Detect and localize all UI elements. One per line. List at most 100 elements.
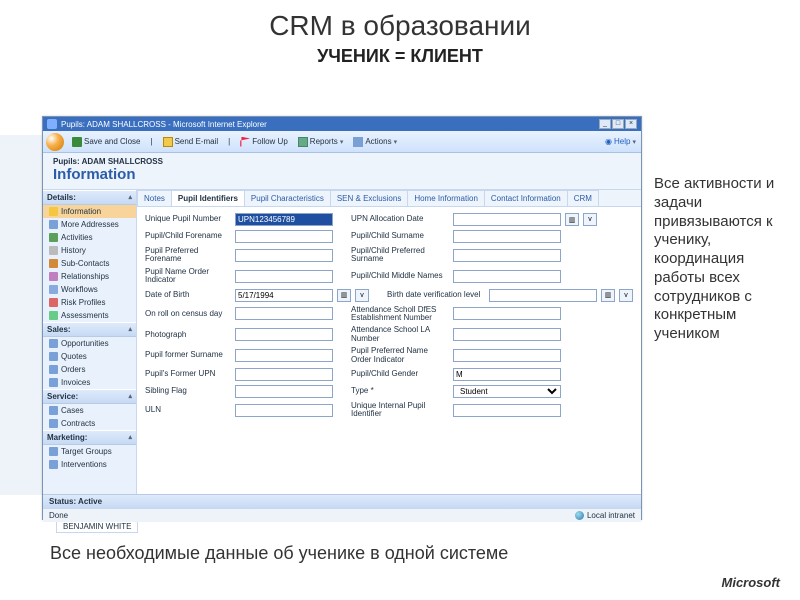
nav-item-more-addresses[interactable]: More Addresses [43, 218, 136, 231]
microsoft-logo: Microsoft [722, 575, 781, 590]
input-sibling-flag[interactable] [235, 385, 333, 398]
calendar-icon[interactable]: ▥ [337, 289, 351, 302]
input-pupil-child-preferred-surname[interactable] [453, 249, 561, 262]
slide-subtitle: УЧЕНИК = КЛИЕНТ [0, 46, 800, 67]
record-header: Pupils: ADAM SHALLCROSS Information [43, 153, 641, 190]
input-pupil-child-middle-names[interactable] [453, 270, 561, 283]
save-and-close-button[interactable]: Save and Close [70, 137, 142, 147]
close-button[interactable]: × [625, 119, 637, 129]
field-label: Pupil/Child Gender [351, 370, 449, 378]
nav-item-interventions[interactable]: Interventions [43, 458, 136, 471]
input-pupil-former-surname[interactable] [235, 349, 333, 362]
input-unique-pupil-number[interactable] [235, 213, 333, 226]
input-type-[interactable]: Student [453, 385, 561, 398]
window-titlebar[interactable]: Pupils: ADAM SHALLCROSS - Microsoft Inte… [43, 117, 641, 131]
input-unique-internal-pupil-identifier[interactable] [453, 404, 561, 417]
nav-section-service[interactable]: Service:▴ [43, 389, 136, 404]
reports-button[interactable]: Reports▾ [296, 137, 346, 147]
field-label: Type * [351, 387, 449, 395]
save-icon [72, 137, 82, 147]
nav-item-orders[interactable]: Orders [43, 363, 136, 376]
input-pupil-child-forename[interactable] [235, 230, 333, 243]
tab-pupil-characteristics[interactable]: Pupil Characteristics [244, 190, 331, 206]
tab-sen-exclusions[interactable]: SEN & Exclusions [330, 190, 408, 206]
dropdown-icon[interactable]: v [583, 213, 597, 226]
field-label: Pupil former Surname [145, 351, 231, 359]
calendar-icon[interactable]: ▥ [601, 289, 615, 302]
nav-item-icon [49, 352, 58, 361]
help-button[interactable]: ◉ Help ▾ [603, 137, 638, 146]
input-uln[interactable] [235, 404, 333, 417]
app-orb-icon[interactable] [46, 133, 64, 151]
actions-button[interactable]: Actions▾ [351, 137, 399, 147]
nav-item-icon [49, 339, 58, 348]
input-pupil-name-order-indicator[interactable] [235, 270, 333, 283]
nav-item-information[interactable]: Information [43, 205, 136, 218]
nav-item-workflows[interactable]: Workflows [43, 283, 136, 296]
nav-item-history[interactable]: History [43, 244, 136, 257]
nav-section-sales[interactable]: Sales:▴ [43, 322, 136, 337]
nav-section-marketing[interactable]: Marketing:▴ [43, 430, 136, 445]
tab-contact-information[interactable]: Contact Information [484, 190, 568, 206]
record-title: Information [53, 166, 631, 183]
minimize-button[interactable]: _ [599, 119, 611, 129]
nav-item-quotes[interactable]: Quotes [43, 350, 136, 363]
nav-item-relationships[interactable]: Relationships [43, 270, 136, 283]
dropdown-icon[interactable]: v [619, 289, 633, 302]
ie-status-done: Done [49, 511, 68, 520]
input-pupil-s-former-upn[interactable] [235, 368, 333, 381]
tab-crm[interactable]: CRM [567, 190, 599, 206]
nav-item-icon [49, 233, 58, 242]
nav-item-target-groups[interactable]: Target Groups [43, 445, 136, 458]
input-attendance-school-la-number[interactable] [453, 328, 561, 341]
nav-item-icon [49, 447, 58, 456]
field-label: Pupil/Child Surname [351, 232, 449, 240]
input-pupil-child-surname[interactable] [453, 230, 561, 243]
toolbar-separator: | [148, 137, 154, 146]
nav-item-contracts[interactable]: Contracts [43, 417, 136, 430]
nav-item-activities[interactable]: Activities [43, 231, 136, 244]
action-icon [353, 137, 363, 147]
input-birth-date-verification-level[interactable] [489, 289, 597, 302]
nav-item-icon [49, 272, 58, 281]
nav-item-assessments[interactable]: Assessments [43, 309, 136, 322]
tab-home-information[interactable]: Home Information [407, 190, 485, 206]
tab-pupil-identifiers[interactable]: Pupil Identifiers [171, 190, 245, 206]
input-photograph[interactable] [235, 328, 333, 341]
nav-item-cases[interactable]: Cases [43, 404, 136, 417]
field-label: Pupil Preferred Forename [145, 247, 231, 264]
ie-window: Pupils: ADAM SHALLCROSS - Microsoft Inte… [42, 116, 642, 520]
calendar-icon[interactable]: ▥ [565, 213, 579, 226]
follow-up-button[interactable]: Follow Up [238, 137, 290, 147]
field-label: On roll on census day [145, 310, 231, 318]
zone-icon [575, 511, 584, 520]
input-date-of-birth[interactable] [235, 289, 333, 302]
slide-title: CRM в образовании [0, 0, 800, 42]
report-icon [298, 137, 308, 147]
input-attendance-scholl-dfes-establishment-number[interactable] [453, 307, 561, 320]
ie-status-bar: Done Local intranet [43, 508, 641, 522]
nav-item-icon [49, 285, 58, 294]
nav-item-icon [49, 220, 58, 229]
toolbar-separator: | [226, 137, 232, 146]
nav-item-invoices[interactable]: Invoices [43, 376, 136, 389]
input-upn-allocation-date[interactable] [453, 213, 561, 226]
input-pupil-child-gender[interactable] [453, 368, 561, 381]
nav-item-icon [49, 259, 58, 268]
maximize-button[interactable]: □ [612, 119, 624, 129]
nav-item-icon [49, 406, 58, 415]
input-on-roll-on-census-day[interactable] [235, 307, 333, 320]
nav-item-sub-contacts[interactable]: Sub-Contacts [43, 257, 136, 270]
background-app-fragment [0, 135, 45, 495]
nav-item-risk-profiles[interactable]: Risk Profiles [43, 296, 136, 309]
send-email-button[interactable]: Send E-mail [161, 137, 221, 147]
pupil-form: Unique Pupil NumberUPN Allocation Date▥v… [137, 207, 641, 494]
input-pupil-preferred-name-order-indicator[interactable] [453, 349, 561, 362]
input-pupil-preferred-forename[interactable] [235, 249, 333, 262]
nav-section-details[interactable]: Details:▴ [43, 190, 136, 205]
side-paragraph: Все активности и задачи привязываются к … [654, 175, 794, 344]
dropdown-icon[interactable]: v [355, 289, 369, 302]
tab-notes[interactable]: Notes [137, 190, 172, 206]
field-label: Sibling Flag [145, 387, 231, 395]
nav-item-opportunities[interactable]: Opportunities [43, 337, 136, 350]
